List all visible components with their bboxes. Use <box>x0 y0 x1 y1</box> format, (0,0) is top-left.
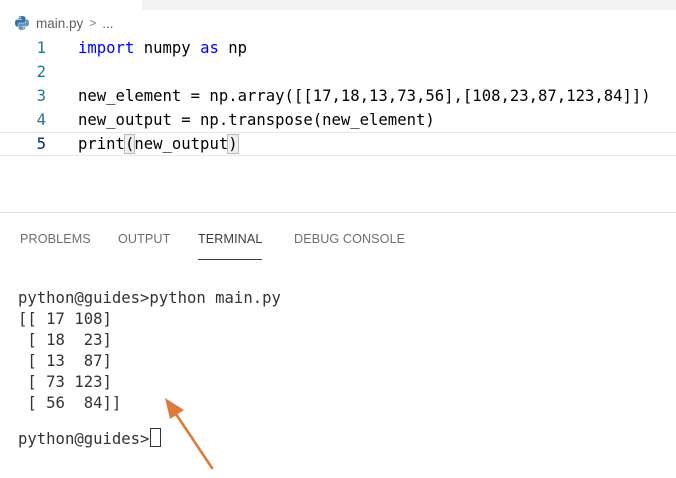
line-number: 4 <box>36 111 46 129</box>
tab-terminal[interactable]: TERMINAL <box>198 231 263 260</box>
tab-problems[interactable]: PROBLEMS <box>20 231 91 251</box>
code-line[interactable]: 4 new_output = np.transpose(new_element) <box>0 108 676 132</box>
terminal-prompt: python@guides> <box>18 430 150 448</box>
code-token: np <box>218 39 248 57</box>
terminal[interactable]: python@guides>python main.py [[ 17 108] … <box>0 258 676 478</box>
keyword-token: as <box>200 39 219 57</box>
terminal-command-line: python@guides>python main.py <box>18 289 281 307</box>
code-line[interactable]: 5 print(new_output) <box>0 132 676 156</box>
terminal-output-line: [ 73 123] <box>18 373 112 391</box>
code-token: numpy <box>134 39 201 57</box>
tab-debug-console[interactable]: DEBUG CONSOLE <box>294 231 405 251</box>
code-token: new_output = np.transpose(new_element) <box>78 111 435 129</box>
terminal-output-line: [[ 17 108] <box>18 310 112 328</box>
code-line[interactable]: 3 new_element = np.array([[17,18,13,73,56… <box>0 84 676 108</box>
code-text: new_element = np.array([[17,18,13,73,56]… <box>78 84 651 108</box>
terminal-prompt-line[interactable]: python@guides> <box>18 428 162 448</box>
tab-bar-empty-area <box>142 0 676 10</box>
terminal-cursor <box>150 428 162 447</box>
code-token: new_output <box>134 135 229 153</box>
code-text: print(new_output) <box>78 133 239 155</box>
code-token: new_element = np.array([[17,18,13,73,56]… <box>78 87 651 105</box>
matched-bracket: ( <box>123 134 136 154</box>
line-number: 3 <box>36 87 46 105</box>
panel-tab-bar: PROBLEMS OUTPUT TERMINAL DEBUG CONSOLE <box>0 213 676 260</box>
terminal-output-line: [ 56 84]] <box>18 394 122 412</box>
terminal-output-line: [ 18 23] <box>18 331 112 349</box>
breadcrumb[interactable]: main.py > ... <box>14 13 114 33</box>
breadcrumb-ellipsis[interactable]: ... <box>102 16 113 31</box>
code-text: import numpy as np <box>78 36 247 60</box>
breadcrumb-file-name[interactable]: main.py <box>36 16 83 31</box>
line-number: 5 <box>36 135 46 153</box>
line-number: 1 <box>36 39 46 57</box>
code-token: print <box>78 135 125 153</box>
terminal-output-line: [ 13 87] <box>18 352 112 370</box>
tab-output[interactable]: OUTPUT <box>118 231 170 251</box>
code-editor[interactable]: 1 import numpy as np 2 3 new_element = np.ar… <box>0 36 676 176</box>
code-line[interactable]: 1 import numpy as np <box>0 36 676 60</box>
chevron-right-icon: > <box>89 16 97 30</box>
matched-bracket: ) <box>227 134 239 154</box>
keyword-token: import <box>78 39 135 57</box>
python-file-icon <box>15 16 29 30</box>
code-text: new_output = np.transpose(new_element) <box>78 108 435 132</box>
editor-tab-bar: main.py > ... <box>0 0 676 36</box>
line-number: 2 <box>36 63 46 81</box>
code-line[interactable]: 2 <box>0 60 676 84</box>
